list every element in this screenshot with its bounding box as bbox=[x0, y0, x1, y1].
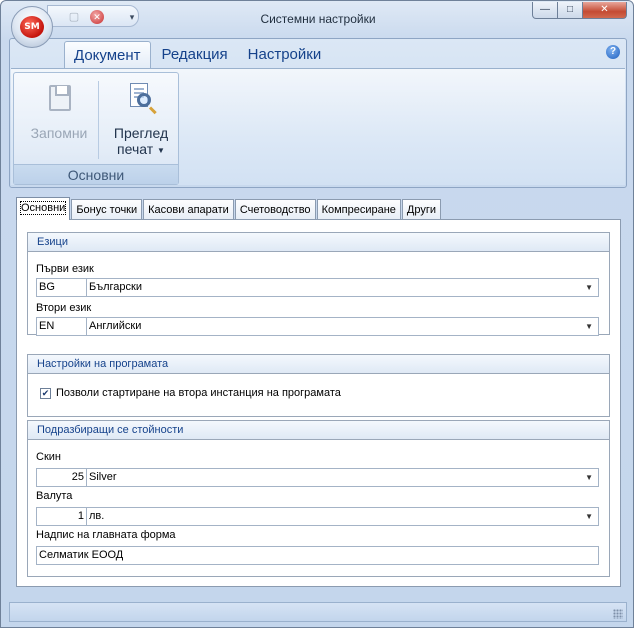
group-separator bbox=[98, 81, 99, 159]
chevron-down-icon[interactable]: ▼ bbox=[585, 469, 593, 486]
settings-tabs: Основни Бонус точки Касови апарати Счето… bbox=[16, 197, 442, 220]
first-language-code[interactable]: BG bbox=[37, 279, 87, 296]
ribbon-tabs: Документ Редакция Настройки bbox=[64, 41, 332, 69]
skin-label: Скин bbox=[36, 451, 61, 463]
tab-settings[interactable]: Настройки bbox=[239, 41, 331, 69]
second-language-name: Английски bbox=[89, 320, 142, 332]
main-form-caption-value: Селматик ЕООД bbox=[39, 549, 124, 561]
print-preview-icon bbox=[124, 83, 158, 117]
tab-bonus-points[interactable]: Бонус точки bbox=[71, 199, 143, 220]
languages-group: Езици Първи език BG Български ▼ Втори ез… bbox=[27, 232, 610, 336]
ribbon-panel: Запомни Преглед печат ▼ Основни bbox=[11, 68, 625, 185]
resize-grip-icon[interactable] bbox=[613, 609, 623, 619]
title-bar[interactable]: ▢ ✕ ▾ SM Системни настройки — □ ✕ bbox=[1, 1, 633, 48]
save-button[interactable]: Запомни bbox=[20, 77, 98, 141]
second-language-label: Втори език bbox=[36, 302, 92, 314]
save-icon bbox=[42, 83, 76, 117]
tab-edit[interactable]: Редакция bbox=[153, 41, 237, 69]
second-language-lookup[interactable]: EN Английски ▼ bbox=[36, 317, 599, 336]
close-window-button[interactable]: ✕ bbox=[583, 2, 627, 19]
tab-compression[interactable]: Компресиране bbox=[316, 199, 401, 220]
ribbon: Документ Редакция Настройки ? Запомни Пр… bbox=[9, 38, 627, 188]
languages-caption: Езици bbox=[28, 233, 609, 252]
first-language-name: Български bbox=[89, 281, 142, 293]
print-preview-label-line1: Преглед bbox=[113, 125, 169, 141]
tab-other[interactable]: Други bbox=[401, 199, 442, 220]
app-logo: SM bbox=[20, 16, 44, 38]
maximize-button[interactable]: □ bbox=[558, 2, 583, 19]
tab-cash-registers[interactable]: Касови апарати bbox=[143, 199, 234, 220]
tab-document[interactable]: Документ bbox=[64, 41, 151, 69]
second-language-code[interactable]: EN bbox=[37, 318, 87, 335]
currency-label: Валута bbox=[36, 490, 73, 502]
skin-code[interactable]: 25 bbox=[37, 469, 87, 486]
print-preview-button[interactable]: Преглед печат ▼ bbox=[106, 77, 176, 157]
save-button-label: Запомни bbox=[30, 125, 88, 141]
ribbon-group-label: Основни bbox=[14, 164, 178, 184]
skin-name: Silver bbox=[89, 471, 117, 483]
minimize-button[interactable]: — bbox=[532, 2, 558, 19]
window-controls: — □ ✕ bbox=[532, 2, 627, 21]
program-settings-caption: Настройки на програмата bbox=[28, 355, 609, 374]
currency-code[interactable]: 1 bbox=[37, 508, 87, 525]
first-language-label: Първи език bbox=[36, 263, 94, 275]
defaults-caption: Подразбиращи се стойности bbox=[28, 421, 609, 440]
first-language-lookup[interactable]: BG Български ▼ bbox=[36, 278, 599, 297]
allow-second-instance-checkbox[interactable]: ✔ bbox=[40, 388, 51, 399]
program-settings-group: Настройки на програмата ✔ Позволи старти… bbox=[27, 354, 610, 417]
print-preview-label-line2: печат bbox=[117, 141, 154, 157]
chevron-down-icon[interactable]: ▼ bbox=[585, 279, 593, 296]
skin-lookup[interactable]: 25 Silver ▼ bbox=[36, 468, 599, 487]
tab-accounting[interactable]: Счетоводство bbox=[234, 199, 316, 220]
chevron-down-icon[interactable]: ▼ bbox=[585, 508, 593, 525]
status-bar bbox=[9, 602, 627, 622]
settings-window: ▢ ✕ ▾ SM Системни настройки — □ ✕ Докуме… bbox=[0, 0, 634, 628]
ribbon-group-main: Запомни Преглед печат ▼ Основни bbox=[13, 72, 179, 185]
currency-name: лв. bbox=[89, 510, 105, 522]
main-form-caption-field[interactable]: Селматик ЕООД bbox=[36, 546, 599, 565]
chevron-down-icon[interactable]: ▼ bbox=[585, 318, 593, 335]
help-icon[interactable]: ? bbox=[606, 45, 620, 59]
currency-lookup[interactable]: 1 лв. ▼ bbox=[36, 507, 599, 526]
chevron-down-icon: ▼ bbox=[157, 145, 165, 155]
allow-second-instance-label: Позволи стартиране на втора инстанция на… bbox=[56, 387, 341, 399]
application-menu-button[interactable]: SM bbox=[11, 6, 53, 48]
tab-basic[interactable]: Основни bbox=[16, 197, 71, 220]
basic-tab-panel: Езици Първи език BG Български ▼ Втори ез… bbox=[16, 219, 621, 587]
main-form-caption-label: Надпис на главната форма bbox=[36, 529, 176, 541]
defaults-group: Подразбиращи се стойности Скин 25 Silver… bbox=[27, 420, 610, 577]
